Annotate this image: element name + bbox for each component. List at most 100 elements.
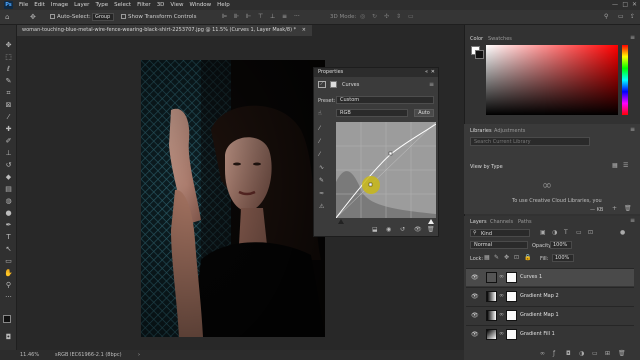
layer-row[interactable]: 👁 ∞ Gradient Map 1 xyxy=(466,306,634,324)
dodge-tool-icon[interactable]: ● xyxy=(4,209,13,218)
sample-gray-icon[interactable]: ⁄ xyxy=(319,138,320,145)
maximize-icon[interactable]: □ xyxy=(622,1,628,8)
lock-paint-icon[interactable]: ✎ xyxy=(494,254,499,261)
share-icon[interactable]: ⇪ xyxy=(630,13,635,20)
pen-tool-icon[interactable]: ✒ xyxy=(4,221,13,230)
visibility-icon[interactable]: 👁 xyxy=(414,226,422,233)
layer-mask-thumbnail[interactable] xyxy=(506,272,517,283)
close-icon[interactable]: ✕ xyxy=(632,1,637,8)
tab-swatches[interactable]: Swatches xyxy=(488,36,512,42)
sample-white-icon[interactable]: ⁄ xyxy=(319,151,320,158)
collapse-icon[interactable]: « xyxy=(425,68,428,77)
tab-paths[interactable]: Paths xyxy=(518,219,532,225)
home-icon[interactable]: ⌂ xyxy=(5,13,9,21)
fx-icon[interactable]: ƒ xyxy=(553,350,555,357)
3d-scale-icon[interactable]: ▭ xyxy=(408,13,414,20)
menu-view[interactable]: View xyxy=(170,2,183,8)
blur-tool-icon[interactable]: ◍ xyxy=(4,197,13,206)
library-search-input[interactable]: Search Current Library xyxy=(470,137,590,146)
filter-type-icon[interactable]: T xyxy=(564,229,568,236)
eyedropper-icon[interactable]: ⁄ xyxy=(4,113,13,122)
layer-mask-thumbnail[interactable] xyxy=(506,291,517,302)
lock-position-icon[interactable]: ✥ xyxy=(504,254,509,261)
eye-icon[interactable]: 👁 xyxy=(471,312,479,319)
brush-tool-icon[interactable]: ✐ xyxy=(4,137,13,146)
menu-3d[interactable]: 3D xyxy=(157,2,165,8)
tab-adjustments[interactable]: Adjustments xyxy=(494,128,525,134)
menu-select[interactable]: Select xyxy=(114,2,131,8)
align-left-icon[interactable]: ⊫ xyxy=(222,13,227,20)
on-image-adjust-icon[interactable]: ☝ xyxy=(318,110,322,117)
edit-points-icon[interactable]: ∿ xyxy=(319,164,324,171)
color-picker-field[interactable] xyxy=(486,45,618,115)
eye-icon[interactable]: 👁 xyxy=(471,331,479,338)
3d-slide-icon[interactable]: ⇕ xyxy=(396,13,401,20)
type-tool-icon[interactable]: T xyxy=(4,233,13,242)
delete-icon[interactable]: 🗑 xyxy=(427,226,435,233)
sample-black-icon[interactable]: ⁄ xyxy=(319,125,320,132)
align-right-icon[interactable]: ⊩ xyxy=(246,13,251,20)
3d-roll-icon[interactable]: ↻ xyxy=(372,13,377,20)
clone-stamp-icon[interactable]: ⊥ xyxy=(4,149,13,158)
lasso-tool-icon[interactable]: ℓ xyxy=(4,65,13,74)
shape-tool-icon[interactable]: ▭ xyxy=(4,257,13,266)
eye-icon[interactable]: 👁 xyxy=(471,293,479,300)
chain-link-icon[interactable]: ∞ xyxy=(499,273,504,280)
delete-layer-icon[interactable]: 🗑 xyxy=(618,350,626,357)
gradient-tool-icon[interactable]: ▤ xyxy=(4,185,13,194)
clipping-warning-icon[interactable]: ⚠ xyxy=(319,203,324,210)
menu-help[interactable]: Help xyxy=(217,2,230,8)
quick-mask-icon[interactable]: ◘ xyxy=(4,333,13,342)
document-image[interactable] xyxy=(141,60,325,337)
document-tab[interactable]: woman-touching-blue-metal-wire-fence-wea… xyxy=(17,25,312,36)
adjustment-layer-icon[interactable]: ◑ xyxy=(579,350,584,357)
marquee-tool-icon[interactable]: ⬚ xyxy=(4,53,13,62)
view-previous-icon[interactable]: ◉ xyxy=(386,226,391,233)
menu-image[interactable]: Image xyxy=(51,2,68,8)
draw-curve-icon[interactable]: ✎ xyxy=(319,177,324,184)
view-by-dropdown[interactable]: View by Type xyxy=(470,164,503,170)
workspace-icon[interactable]: ▭ xyxy=(618,13,624,20)
eye-icon[interactable]: 👁 xyxy=(471,274,479,281)
clip-to-layer-icon[interactable]: ⬓ xyxy=(372,226,378,233)
delete-library-icon[interactable]: 🗑 xyxy=(624,205,632,212)
mask-icon[interactable] xyxy=(330,81,337,88)
list-view-icon[interactable]: ☰ xyxy=(623,162,628,169)
more-options-icon[interactable]: ··· xyxy=(294,13,300,20)
layer-row[interactable]: 👁 ∞ Gradient Map 2 xyxy=(466,287,634,305)
eraser-tool-icon[interactable]: ◆ xyxy=(4,173,13,182)
close-tab-icon[interactable]: × xyxy=(302,27,306,33)
move-tool-icon[interactable]: ✥ xyxy=(4,41,13,50)
filter-adjustment-icon[interactable]: ◑ xyxy=(552,229,557,236)
minimize-icon[interactable]: — xyxy=(612,1,618,8)
menu-file[interactable]: File xyxy=(19,2,28,8)
hand-tool-icon[interactable]: ✋ xyxy=(4,269,13,278)
move-tool-icon[interactable]: ✥ xyxy=(30,13,36,21)
crop-tool-icon[interactable]: ⌗ xyxy=(4,89,13,98)
align-middle-icon[interactable]: ⊥ xyxy=(270,13,275,20)
grid-view-icon[interactable]: ▦ xyxy=(612,162,618,169)
quick-select-icon[interactable]: ✎ xyxy=(4,77,13,86)
link-layers-icon[interactable]: ∞ xyxy=(540,350,545,357)
menu-window[interactable]: Window xyxy=(189,2,211,8)
history-brush-icon[interactable]: ↺ xyxy=(4,161,13,170)
preset-dropdown[interactable]: Custom xyxy=(336,96,434,104)
auto-select-dropdown[interactable]: Group xyxy=(92,13,114,21)
tab-color[interactable]: Color xyxy=(470,36,483,42)
properties-header[interactable]: Properties « ✕ xyxy=(314,68,438,77)
chain-link-icon[interactable]: ∞ xyxy=(499,330,504,337)
layer-row[interactable]: 👁 ∞ Gradient Fill 1 xyxy=(466,325,634,343)
filter-toggle-icon[interactable]: ● xyxy=(620,229,625,236)
channel-dropdown[interactable]: RGB xyxy=(336,109,408,117)
filter-smart-icon[interactable]: ⊡ xyxy=(588,229,593,236)
tab-layers[interactable]: Layers xyxy=(470,219,487,225)
menu-layer[interactable]: Layer xyxy=(74,2,89,8)
panel-menu-icon[interactable]: ≡ xyxy=(429,81,434,88)
add-library-icon[interactable]: + xyxy=(612,205,617,212)
panel-menu-icon[interactable]: ≡ xyxy=(630,34,635,41)
add-mask-icon[interactable]: ◘ xyxy=(566,350,571,357)
menu-type[interactable]: Type xyxy=(95,2,108,8)
layer-name[interactable]: Curves 1 xyxy=(520,274,542,280)
layer-name[interactable]: Gradient Fill 1 xyxy=(520,331,555,337)
layer-mask-thumbnail[interactable] xyxy=(506,310,517,321)
